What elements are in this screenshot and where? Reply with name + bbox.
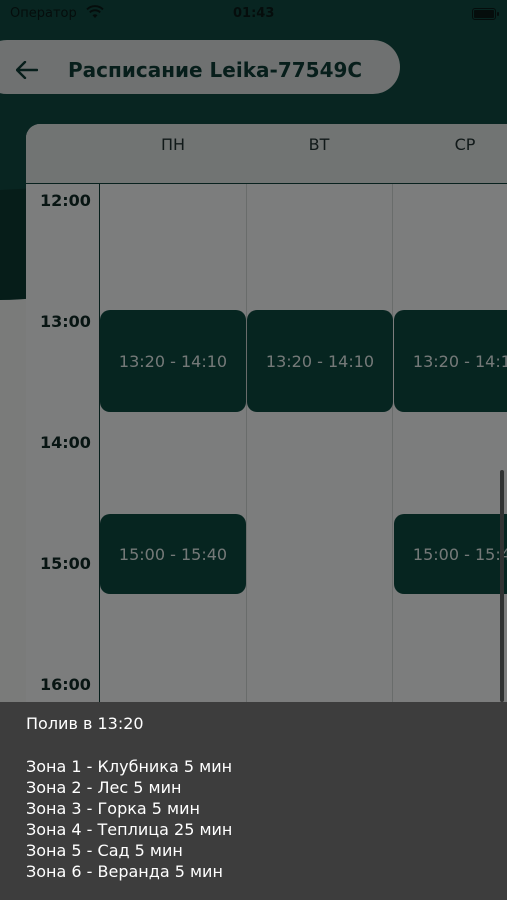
watering-details-sheet: Полив в 13:20 Зона 1 - Клубника 5 мин Зо…: [0, 702, 507, 900]
zone-item: Зона 3 - Горка 5 мин: [26, 799, 200, 818]
zone-item: Зона 6 - Веранда 5 мин: [26, 862, 223, 881]
modal-backdrop[interactable]: [0, 0, 507, 702]
sheet-title: Полив в 13:20: [26, 714, 144, 733]
zone-item: Зона 2 - Лес 5 мин: [26, 778, 182, 797]
zone-item: Зона 4 - Теплица 25 мин: [26, 820, 233, 839]
scrollbar[interactable]: [500, 470, 504, 702]
zone-item: Зона 5 - Сад 5 мин: [26, 841, 183, 860]
zone-item: Зона 1 - Клубника 5 мин: [26, 757, 233, 776]
